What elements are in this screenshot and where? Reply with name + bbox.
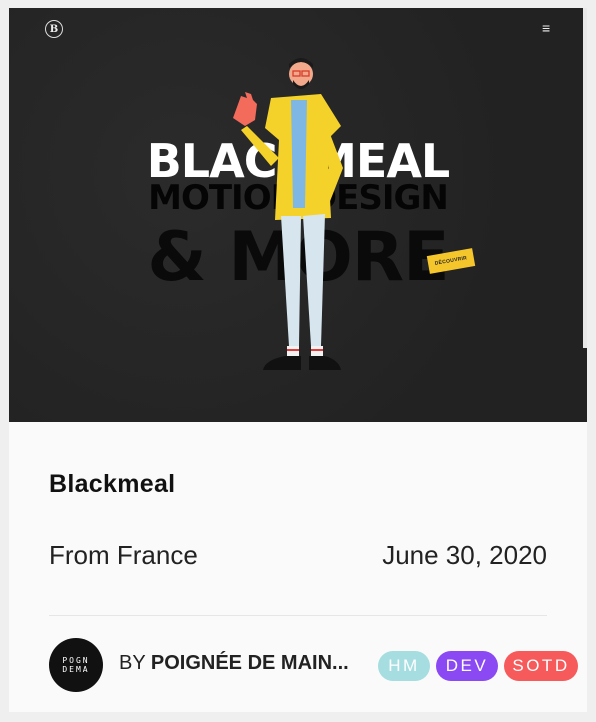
tag-dev[interactable]: DEV — [436, 651, 498, 681]
site-date: June 30, 2020 — [382, 540, 547, 570]
site-card: BLACKMEAL MOTION DESIGN & MORE — [9, 8, 587, 712]
scrollbar[interactable] — [583, 8, 587, 348]
site-title[interactable]: Blackmeal — [49, 470, 175, 499]
author-name[interactable]: POIGNÉE DE MAIN... — [151, 652, 349, 674]
avatar-text: POGN DEMA — [62, 656, 90, 674]
site-logo-icon[interactable]: B — [45, 20, 63, 38]
divider — [49, 615, 547, 616]
site-screenshot[interactable]: BLACKMEAL MOTION DESIGN & MORE — [9, 8, 587, 422]
tag-hm[interactable]: HM — [378, 651, 430, 681]
tag-sotd[interactable]: SOTD — [504, 651, 578, 681]
author-byline[interactable]: BY POIGNÉE DE MAIN... — [119, 652, 349, 675]
by-prefix: BY — [119, 652, 146, 674]
author-avatar[interactable]: POGN DEMA — [49, 638, 103, 692]
site-country: From France — [49, 540, 198, 570]
hamburger-menu-icon[interactable]: ≡ — [542, 21, 550, 35]
character-illustration — [233, 58, 343, 370]
